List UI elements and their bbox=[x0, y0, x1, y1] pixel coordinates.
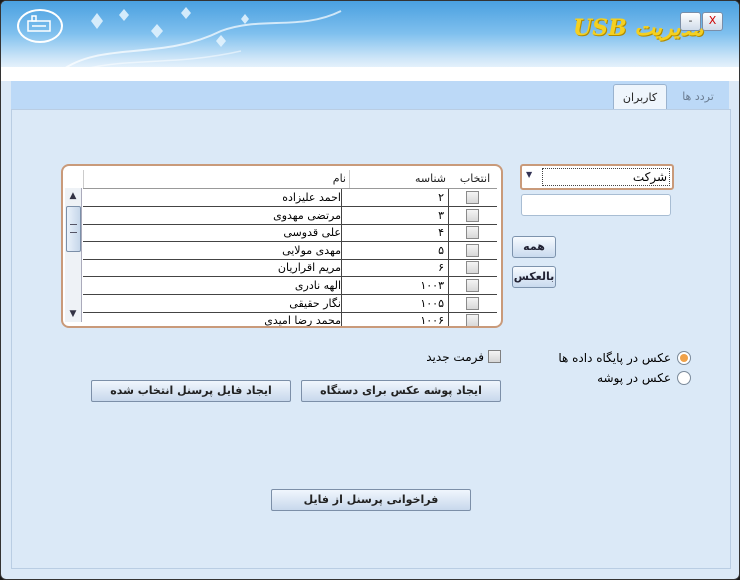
row-select-checkbox[interactable] bbox=[466, 208, 479, 222]
tab-attendance[interactable]: تردد ها bbox=[675, 84, 721, 109]
row-select-checkbox[interactable] bbox=[466, 261, 479, 275]
close-button[interactable]: X bbox=[702, 12, 723, 31]
cell-name: مریم اقراریان bbox=[83, 259, 342, 277]
import-from-file-button[interactable]: فراخوانی پرسنل از فایل bbox=[271, 489, 471, 511]
grid-header: نام شناسه انتخاب bbox=[83, 170, 497, 189]
header-id[interactable]: شناسه bbox=[349, 170, 450, 188]
scroll-up-icon[interactable]: ▲ bbox=[67, 190, 79, 202]
table-row[interactable]: علی قدوسی ۴ bbox=[83, 224, 497, 243]
header-divider bbox=[1, 67, 739, 81]
cell-name: مهدی مولایی bbox=[83, 241, 342, 259]
cell-id: ۶ bbox=[348, 259, 449, 277]
company-dropdown[interactable]: ▼ شرکت bbox=[520, 164, 674, 190]
cell-id: ۴ bbox=[348, 224, 449, 242]
photo-in-folder-label: عکس در پوشه bbox=[597, 371, 671, 385]
grid-scrollbar[interactable]: ▲ ▼ bbox=[65, 188, 82, 322]
search-input[interactable] bbox=[521, 194, 671, 216]
scroll-down-icon[interactable]: ▼ bbox=[67, 308, 79, 320]
row-select-checkbox[interactable] bbox=[466, 191, 479, 204]
row-select-checkbox[interactable] bbox=[466, 279, 479, 292]
cell-name: علی قدوسی bbox=[83, 224, 342, 242]
create-photo-folder-button[interactable]: ایجاد پوشه عکس برای دستگاه bbox=[301, 380, 501, 402]
select-all-button[interactable]: همه bbox=[512, 236, 556, 258]
table-row[interactable]: محمد رضا امیدی ۱۰۰۶ bbox=[83, 312, 497, 326]
cell-name: محمد رضا امیدی bbox=[83, 312, 342, 326]
row-select-checkbox[interactable] bbox=[466, 296, 479, 310]
scroll-thumb[interactable] bbox=[66, 206, 81, 252]
row-select-checkbox[interactable] bbox=[466, 314, 479, 326]
cell-id: ۲ bbox=[348, 189, 449, 206]
photo-in-db-radio[interactable] bbox=[677, 351, 691, 365]
table-row[interactable]: احمد علیزاده ۲ bbox=[83, 189, 497, 207]
row-select-checkbox[interactable] bbox=[466, 243, 479, 257]
invert-selection-button[interactable]: بالعکس bbox=[512, 266, 556, 288]
table-row[interactable]: مهدی مولایی ۵ bbox=[83, 241, 497, 260]
table-row[interactable]: نگار حقیقی ۱۰۰۵ bbox=[83, 294, 497, 313]
cell-id: ۱۰۰۵ bbox=[348, 294, 449, 312]
minimize-button[interactable]: - bbox=[680, 12, 701, 31]
company-dropdown-value: شرکت bbox=[542, 168, 670, 186]
row-select-checkbox[interactable] bbox=[466, 226, 479, 240]
personnel-grid: ▲ ▼ نام شناسه انتخاب احمد علیزاده ۲ مرتضی … bbox=[61, 164, 503, 328]
cell-name: نگار حقیقی bbox=[83, 294, 342, 312]
cell-id: ۱۰۰۶ bbox=[348, 312, 449, 326]
main-window: مدیریت USB - X کاربران تردد ها ▲ ▼ نام ش… bbox=[0, 0, 740, 580]
table-row[interactable]: مرتضی مهدوی ۳ bbox=[83, 206, 497, 225]
create-selected-file-button[interactable]: ایجاد فایل پرسنل انتخاب شده bbox=[91, 380, 291, 402]
photo-in-folder-radio[interactable] bbox=[677, 371, 691, 385]
cell-id: ۳ bbox=[348, 206, 449, 224]
photo-in-db-label: عکس در پایگاه داده ها bbox=[558, 351, 671, 365]
tab-strip: کاربران تردد ها bbox=[11, 81, 729, 110]
new-format-label: فرمت جدید bbox=[426, 350, 484, 364]
header-select[interactable]: انتخاب bbox=[453, 170, 497, 188]
header-name[interactable]: نام bbox=[83, 170, 350, 188]
table-row[interactable]: مریم اقراریان ۶ bbox=[83, 259, 497, 278]
tab-users[interactable]: کاربران bbox=[613, 84, 667, 110]
new-format-checkbox[interactable] bbox=[488, 350, 501, 363]
cell-name: الهه نادری bbox=[83, 277, 342, 294]
chevron-down-icon[interactable]: ▼ bbox=[526, 170, 532, 179]
usb-logo-icon bbox=[17, 9, 63, 43]
table-row[interactable]: الهه نادری ۱۰۰۳ bbox=[83, 277, 497, 295]
cell-name: مرتضی مهدوی bbox=[83, 206, 342, 224]
cell-name: احمد علیزاده bbox=[83, 189, 342, 206]
cell-id: ۱۰۰۳ bbox=[348, 277, 449, 294]
title-bar: مدیریت USB - X bbox=[1, 1, 739, 73]
cell-id: ۵ bbox=[348, 241, 449, 259]
